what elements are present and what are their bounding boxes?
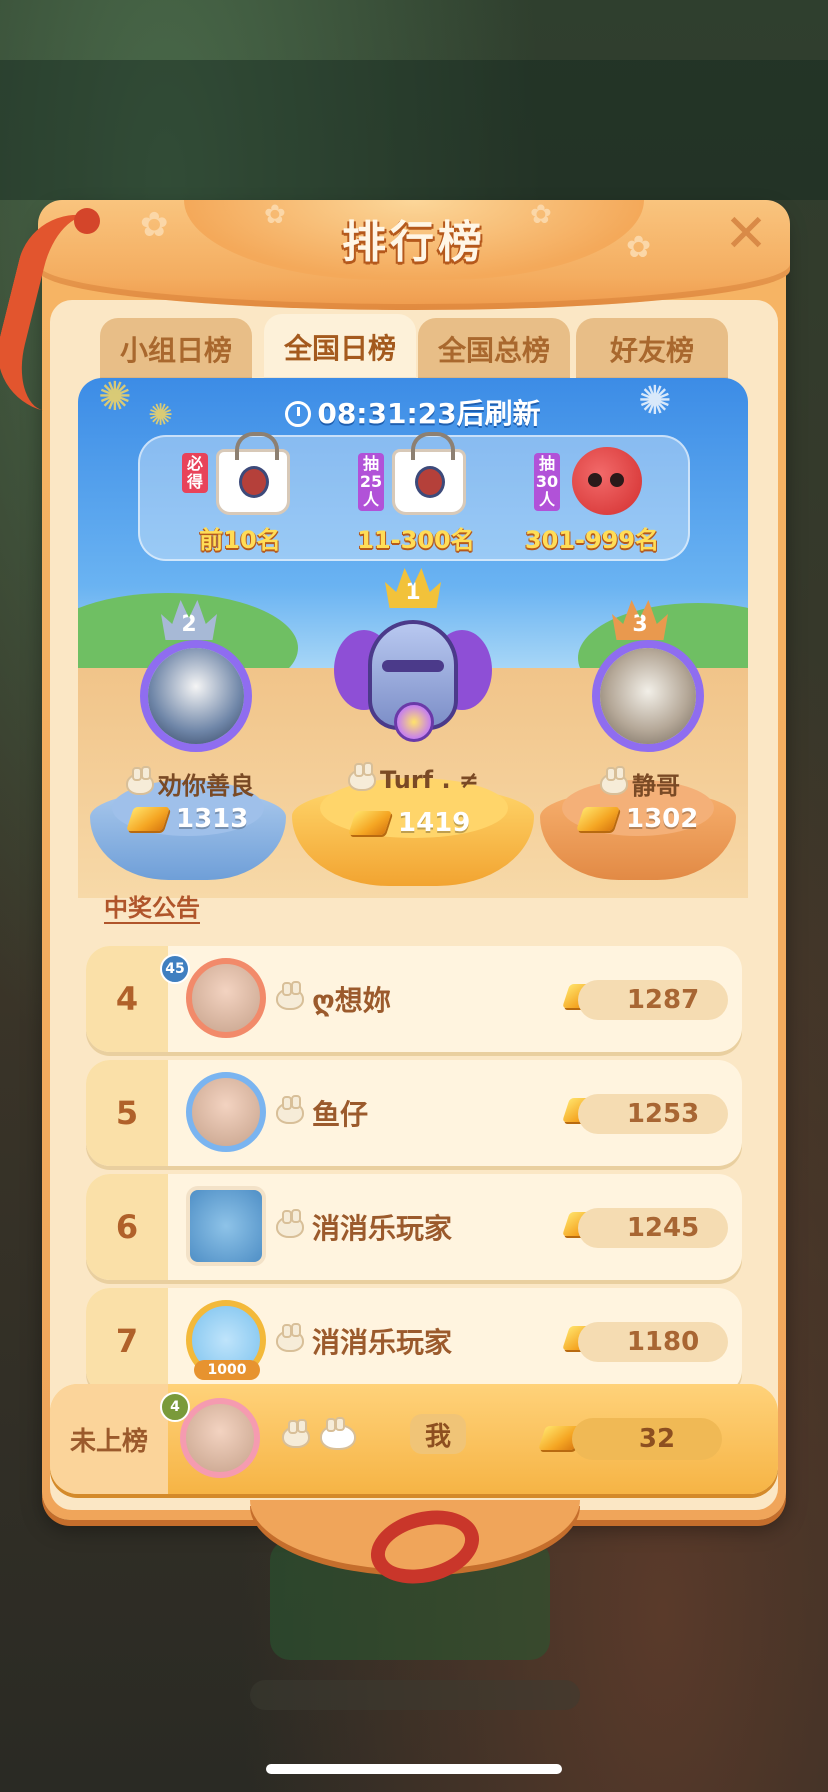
- avatar[interactable]: [186, 1186, 266, 1266]
- bunny-icon: [276, 981, 304, 1010]
- tote-bag-icon: [216, 432, 290, 515]
- bunny-icon: [282, 1419, 310, 1448]
- gold-bar-icon: [576, 807, 620, 831]
- my-score: 32: [572, 1418, 722, 1460]
- avatar[interactable]: [186, 958, 266, 1038]
- bunny-icon: [348, 762, 376, 791]
- avatar[interactable]: [180, 1398, 260, 1478]
- tab-group-daily[interactable]: 小组日榜: [100, 318, 252, 380]
- rank-number: 6: [86, 1174, 168, 1280]
- bunny-pet-icon: [320, 1417, 356, 1450]
- podium-name-first: Turf . ≠: [348, 762, 479, 794]
- refresh-timer-text: 08:31:23后刷新: [317, 397, 541, 430]
- list-item[interactable]: 7 1000 消消乐玩家 1180: [86, 1288, 742, 1394]
- list-item[interactable]: 4 45 ღ想妳 1287: [86, 946, 742, 1052]
- tote-bag-icon: [392, 432, 466, 515]
- prize-top10[interactable]: 必得 前10名: [150, 432, 330, 563]
- page-title: 排行榜: [342, 217, 486, 268]
- player-name: 消消乐玩家: [276, 1288, 452, 1394]
- podium-name-second: 劝你善良: [126, 765, 254, 801]
- score-value: 1287: [578, 980, 728, 1020]
- bunny-icon: [276, 1095, 304, 1124]
- prize-tag: 抽 25 人: [358, 453, 384, 511]
- rank-number: 4: [86, 946, 168, 1052]
- player-name: ღ想妳: [276, 946, 391, 1052]
- my-rank-bar[interactable]: 未上榜 4 我 32: [50, 1384, 778, 1494]
- bunny-icon: [600, 765, 628, 795]
- prize-11-300[interactable]: 抽 25 人 11-300名: [326, 432, 506, 563]
- prize-range: 前10名: [199, 526, 281, 554]
- prize-tag: 必得: [182, 453, 208, 493]
- clock-icon: [285, 401, 312, 427]
- rank-number: 7: [86, 1288, 168, 1394]
- bunny-icon: [126, 765, 154, 795]
- list-item[interactable]: 6 消消乐玩家 1245: [86, 1174, 742, 1280]
- my-name: 我: [410, 1414, 466, 1454]
- podium-score-second: 1313: [126, 804, 248, 834]
- podium-name-third: 静哥: [600, 765, 680, 801]
- tab-bar: 小组日榜 全国日榜 全国总榜 好友榜: [100, 314, 730, 380]
- score-value: 1253: [578, 1094, 728, 1134]
- winner-notice-link[interactable]: 中奖公告: [104, 888, 200, 923]
- prize-tag: 抽 30 人: [534, 453, 560, 511]
- score-value: 1245: [578, 1208, 728, 1248]
- podium-score-first: 1419: [348, 808, 470, 838]
- avatar-third[interactable]: [592, 640, 704, 752]
- prize-range: 301-999名: [524, 526, 660, 554]
- bunny-icon: [276, 1323, 304, 1352]
- list-item[interactable]: 5 鱼仔 1253: [86, 1060, 742, 1166]
- player-name: 鱼仔: [276, 1060, 368, 1166]
- close-icon[interactable]: ✕: [720, 208, 772, 260]
- tab-national-total[interactable]: 全国总榜: [418, 318, 570, 380]
- score-value: 1180: [578, 1322, 728, 1362]
- prize-301-999[interactable]: 抽 30 人 301-999名: [502, 437, 682, 563]
- avatar-frame-label: 1000: [194, 1360, 260, 1380]
- level-badge: 45: [160, 954, 190, 984]
- bunny-icon: [276, 1209, 304, 1238]
- level-badge: 4: [160, 1392, 190, 1422]
- background-footer: [250, 1680, 580, 1710]
- background-banner: [0, 60, 828, 200]
- gold-bar-icon: [126, 807, 170, 831]
- prize-panel[interactable]: 必得 前10名 抽 25 人 11-300名 抽 30 人 301-999名: [138, 432, 690, 563]
- gold-bar-icon: [348, 811, 392, 835]
- player-name: 消消乐玩家: [276, 1174, 452, 1280]
- tab-friends[interactable]: 好友榜: [576, 318, 728, 380]
- podium-score-third: 1302: [576, 804, 698, 834]
- tab-national-daily[interactable]: 全国日榜: [264, 314, 416, 380]
- prize-range: 11-300名: [357, 526, 475, 554]
- avatar[interactable]: [186, 1072, 266, 1152]
- my-rank-label: 未上榜: [50, 1384, 168, 1494]
- refresh-timer: 08:31:23后刷新: [78, 392, 748, 432]
- ribbon-knot: [74, 208, 100, 234]
- avatar-second[interactable]: [140, 640, 252, 752]
- rank-number: 5: [86, 1060, 168, 1166]
- fox-plush-icon: [572, 447, 642, 515]
- avatar-first[interactable]: [334, 590, 492, 750]
- home-indicator[interactable]: [266, 1764, 562, 1774]
